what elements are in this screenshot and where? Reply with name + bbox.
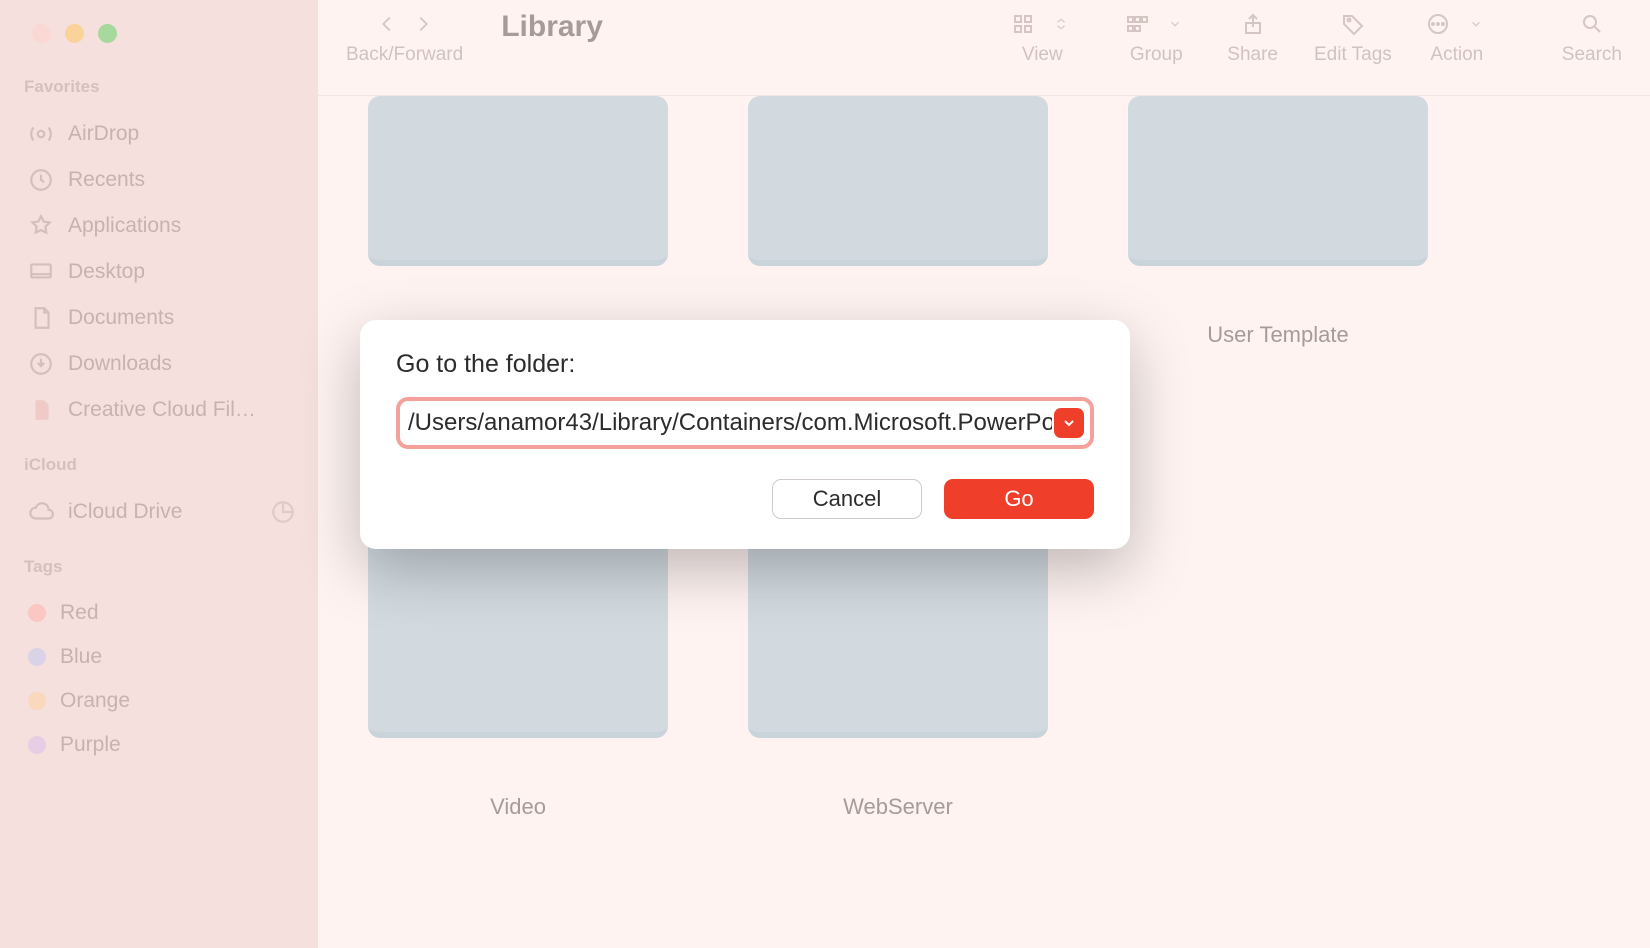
expand-history-button[interactable] xyxy=(1054,408,1084,438)
go-button[interactable]: Go xyxy=(944,479,1094,519)
finder-window: Favorites AirDrop Recents Applications D… xyxy=(0,0,1650,948)
go-to-folder-dialog: Go to the folder: Cancel Go xyxy=(360,320,1130,549)
dialog-buttons: Cancel Go xyxy=(396,479,1094,519)
dialog-title: Go to the folder: xyxy=(396,350,1094,379)
path-field[interactable] xyxy=(396,397,1094,449)
cancel-button[interactable]: Cancel xyxy=(772,479,922,519)
path-input[interactable] xyxy=(406,405,1054,441)
